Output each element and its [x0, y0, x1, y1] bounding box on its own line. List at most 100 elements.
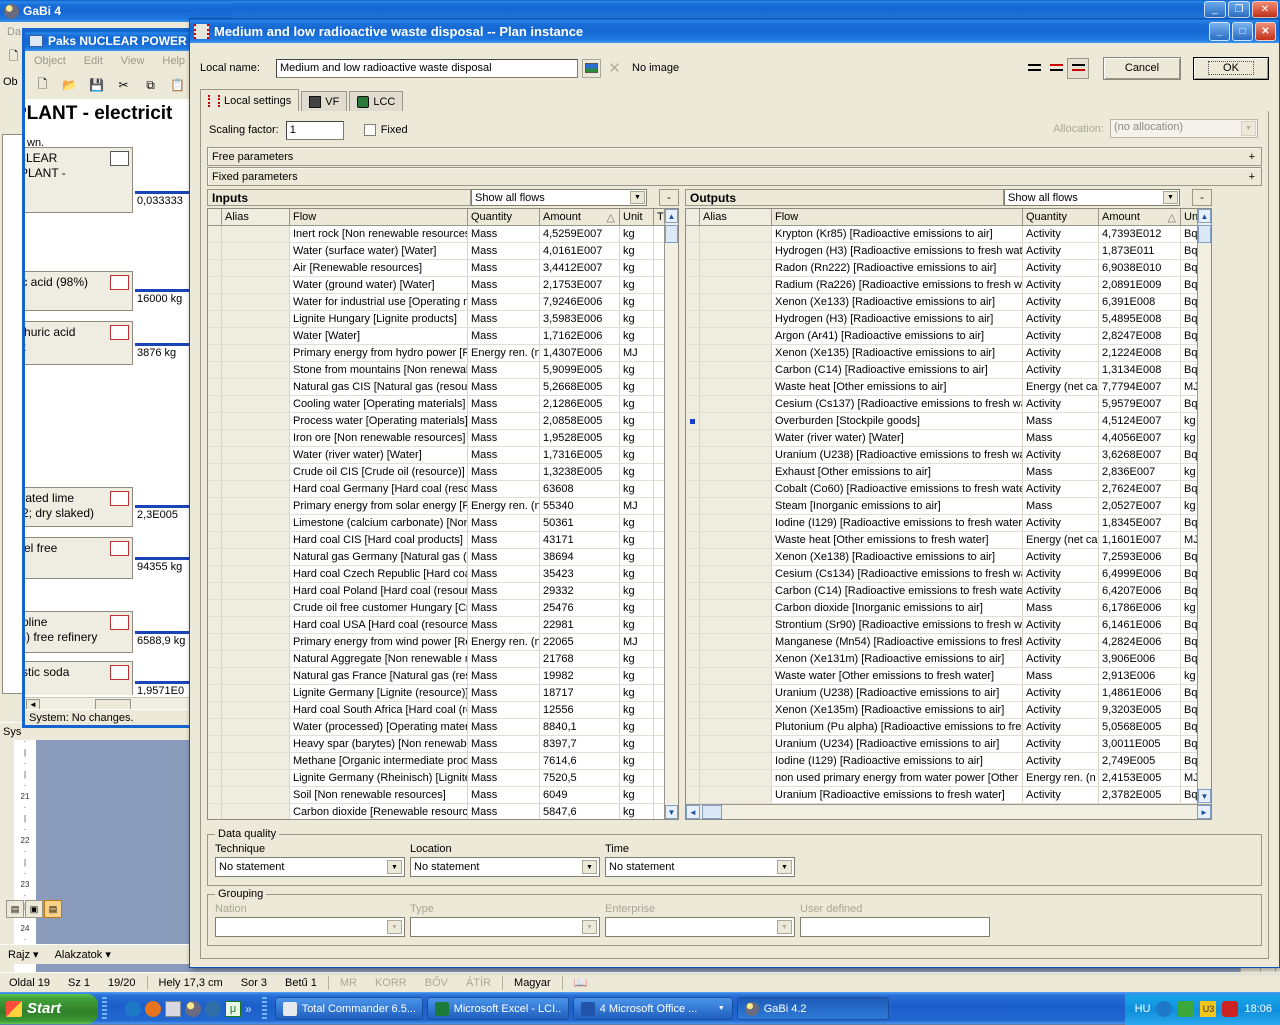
table-row[interactable]: Heavy spar (barytes) [Non renewabMass839… [208, 736, 678, 753]
col-alias[interactable]: Alias [700, 209, 772, 225]
table-row[interactable]: Iron ore [Non renewable resources]Mass1,… [208, 430, 678, 447]
dialog-window-buttons[interactable]: _ □ ✕ [1209, 22, 1279, 41]
free-parameters-expand-icon[interactable]: + [1249, 151, 1261, 163]
table-row[interactable]: Natural gas CIS [Natural gas (resourMass… [208, 379, 678, 396]
table-row[interactable]: Carbon dioxide [Renewable resourceMass58… [208, 804, 678, 820]
plan-process-box[interactable]: NUCLEAR ER PLANT - ng [25, 147, 133, 213]
inputs-filter-select[interactable]: Show all flows ▼ [471, 189, 647, 206]
table-row[interactable]: Iodine (I129) [Radioactive emissions to … [686, 753, 1211, 770]
tab-local-settings[interactable]: Local settings [200, 89, 299, 111]
chevron-down-icon[interactable]: ▼ [582, 920, 597, 934]
table-row[interactable]: Manganese (Mn54) [Radioactive emissions … [686, 634, 1211, 651]
table-row[interactable]: Air [Renewable resources]Mass3,4412E007k… [208, 260, 678, 277]
u3-icon[interactable]: U3 [1200, 1001, 1216, 1017]
chevron-down-icon[interactable]: ▼ [777, 860, 792, 874]
type-select[interactable]: ▼ [410, 917, 600, 937]
table-row[interactable]: Xenon (Xe133) [Radioactive emissions to … [686, 294, 1211, 311]
table-row[interactable]: Hard coal Germany [Hard coal (resouMass6… [208, 481, 678, 498]
list-view-3-icon[interactable] [1067, 58, 1089, 79]
outputs-collapse-button[interactable]: - [1192, 189, 1212, 206]
technique-select[interactable]: No statement ▼ [215, 857, 405, 877]
chevron-down-icon[interactable]: ▼ [387, 920, 402, 934]
chevron-down-icon[interactable]: ▼ [718, 1005, 725, 1012]
table-row[interactable]: Crude oil free customer Hungary [CrMass2… [208, 600, 678, 617]
table-row[interactable]: Primary energy from wind power [ReEnergy… [208, 634, 678, 651]
gabi-icon[interactable] [185, 1001, 201, 1017]
paks-menu-view[interactable]: View [112, 55, 154, 67]
chevron-down-icon[interactable]: ▼ [387, 860, 402, 874]
row-select-cell[interactable] [686, 430, 700, 446]
col-flow[interactable]: Flow [772, 209, 1023, 225]
table-row[interactable]: Methane [Organic intermediate prodMass76… [208, 753, 678, 770]
winamp-icon[interactable] [205, 1001, 221, 1017]
row-select-cell[interactable] [208, 651, 222, 667]
row-select-cell[interactable] [208, 719, 222, 735]
word-restore-button[interactable]: ❐ [1228, 1, 1250, 18]
table-row[interactable]: Exhaust [Other emissions to air]Mass2,83… [686, 464, 1211, 481]
system-clock[interactable]: 18:06 [1244, 1003, 1272, 1015]
row-select-cell[interactable] [686, 481, 700, 497]
table-row[interactable]: Argon (Ar41) [Radioactive emissions to a… [686, 328, 1211, 345]
inputs-grid[interactable]: Alias Flow Quantity Amount △ Unit Tra In… [207, 208, 679, 820]
ie-icon[interactable] [125, 1001, 141, 1017]
plan-process-box[interactable]: Caustic soda E [25, 661, 133, 695]
row-select-cell[interactable] [208, 345, 222, 361]
enterprise-select[interactable]: ▼ [605, 917, 795, 937]
draw-menu[interactable]: Rajz ▾ [0, 948, 47, 961]
mu-icon[interactable]: μ [225, 1001, 241, 1017]
allocation-select[interactable]: (no allocation) ▼ [1110, 119, 1258, 138]
row-select-cell[interactable] [208, 311, 222, 327]
dialog-close-button[interactable]: ✕ [1255, 22, 1276, 41]
row-select-cell[interactable] [208, 770, 222, 786]
table-row[interactable]: Crude oil CIS [Crude oil (resource)]Mass… [208, 464, 678, 481]
row-select-cell[interactable] [686, 685, 700, 701]
chevron-down-icon[interactable]: ▼ [1163, 191, 1178, 204]
time-select[interactable]: No statement ▼ [605, 857, 795, 877]
row-select-cell[interactable] [686, 498, 700, 514]
col-quantity[interactable]: Quantity [468, 209, 540, 225]
table-row[interactable]: Xenon (Xe138) [Radioactive emissions to … [686, 549, 1211, 566]
row-select-cell[interactable] [208, 413, 222, 429]
scroll-right-icon[interactable]: ► [1197, 805, 1211, 819]
fixed-checkbox[interactable] [364, 124, 376, 136]
table-row[interactable]: Water (surface water) [Water]Mass4,0161E… [208, 243, 678, 260]
save-icon[interactable] [165, 1001, 181, 1017]
row-select-cell[interactable] [208, 515, 222, 531]
table-row[interactable]: non used primary energy from water power… [686, 770, 1211, 787]
table-row[interactable]: Radon (Rn222) [Radioactive emissions to … [686, 260, 1211, 277]
paste-icon[interactable]: 📋 [167, 75, 188, 96]
table-row[interactable]: Hard coal CIS [Hard coal products]Mass43… [208, 532, 678, 549]
table-row[interactable]: Water for industrial use [Operating mMas… [208, 294, 678, 311]
table-row[interactable]: Uranium (U238) [Radioactive emissions to… [686, 685, 1211, 702]
row-select-cell[interactable] [686, 362, 700, 378]
chevron-down-icon[interactable]: ▼ [1241, 121, 1256, 136]
spellcheck-icon[interactable]: 📖 [565, 976, 597, 989]
table-row[interactable]: Soil [Non renewable resources]Mass6049kg [208, 787, 678, 804]
row-select-cell[interactable] [208, 396, 222, 412]
table-row[interactable]: Water (river water) [Water]Mass4,4056E00… [686, 430, 1211, 447]
row-select-cell[interactable] [686, 668, 700, 684]
row-select-cell[interactable] [208, 549, 222, 565]
row-select-cell[interactable] [686, 702, 700, 718]
col-quantity[interactable]: Quantity [1023, 209, 1099, 225]
row-select-cell[interactable] [208, 532, 222, 548]
plan-process-box[interactable]: Sulphuric acid ) mix [25, 321, 133, 365]
fixed-parameters-expand-icon[interactable]: + [1249, 171, 1261, 183]
table-row[interactable]: Water [Water]Mass1,7162E006kg [208, 328, 678, 345]
row-select-cell[interactable] [208, 379, 222, 395]
normal-view-icon[interactable]: ▤ [6, 900, 24, 918]
plan-process-box[interactable]: Diesel free ery [25, 537, 133, 579]
print-view-icon[interactable]: ▤ [44, 900, 62, 918]
table-row[interactable]: Cesium (Cs134) [Radioactive emissions to… [686, 566, 1211, 583]
ok-button[interactable]: OK [1193, 57, 1269, 80]
row-select-cell[interactable] [208, 226, 222, 242]
status-mr[interactable]: MR [331, 977, 366, 989]
row-select-cell[interactable] [208, 617, 222, 633]
row-select-cell[interactable] [208, 736, 222, 752]
plan-process-box[interactable]: Gasoline nium) free refinery [25, 611, 133, 653]
table-row[interactable]: Hard coal Czech Republic [Hard coalMass3… [208, 566, 678, 583]
table-row[interactable]: Steam [Inorganic emissions to air]Mass2,… [686, 498, 1211, 515]
chevron-down-icon[interactable]: ▼ [582, 860, 597, 874]
taskbar-button[interactable]: Microsoft Excel - LCI... [427, 997, 569, 1020]
outputs-hscroll-thumb[interactable] [702, 805, 722, 819]
